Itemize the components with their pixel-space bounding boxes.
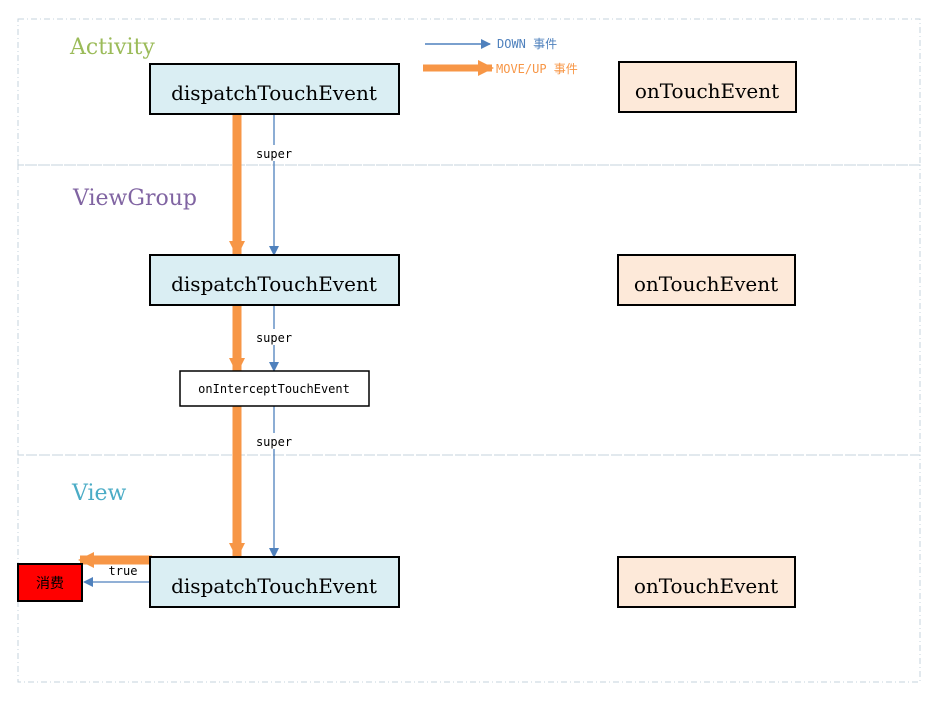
node-label: dispatchTouchEvent (171, 272, 377, 296)
legend-moveup: MOVE/UP 事件 (496, 62, 578, 76)
super-label: super (256, 435, 292, 449)
node-label: onTouchEvent (635, 79, 779, 103)
node-label: dispatchTouchEvent (171, 574, 377, 598)
node-label: onInterceptTouchEvent (198, 382, 350, 396)
true-label: true (109, 564, 138, 578)
node-label: dispatchTouchEvent (171, 81, 377, 105)
node-label: onTouchEvent (634, 272, 778, 296)
touch-event-diagram: Activity ViewGroup View DOWN 事件 MOVE/UP … (17, 18, 921, 683)
view-label: View (71, 481, 127, 506)
node-label: onTouchEvent (634, 574, 778, 598)
legend-down: DOWN 事件 (497, 37, 557, 51)
super-label: super (256, 147, 292, 161)
viewgroup-label: ViewGroup (72, 186, 197, 211)
consume-label: 消费 (36, 576, 64, 592)
activity-label: Activity (69, 35, 155, 60)
super-label: super (256, 331, 292, 345)
